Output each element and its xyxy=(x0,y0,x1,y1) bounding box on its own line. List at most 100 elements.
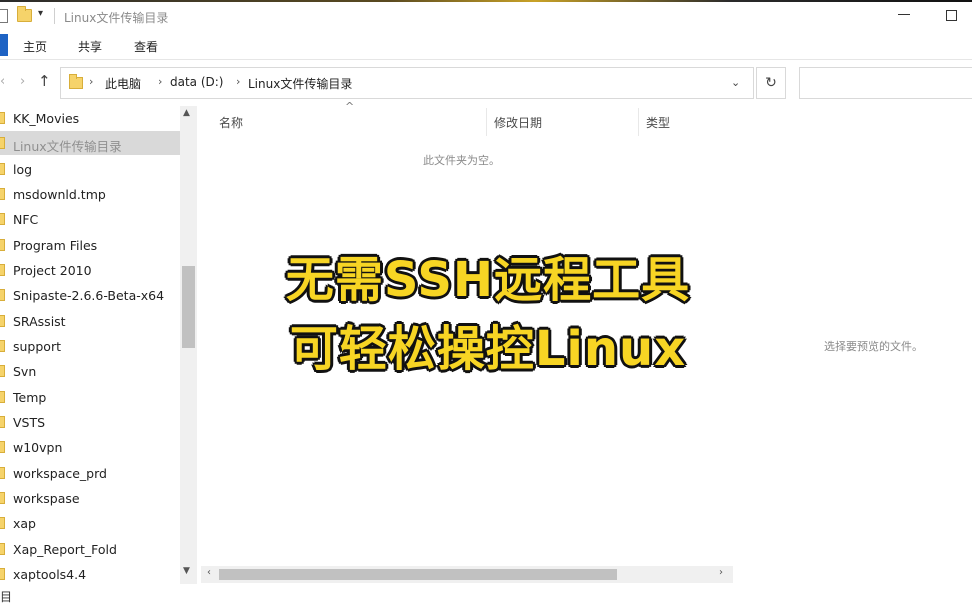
folder-icon xyxy=(0,543,5,555)
folder-icon xyxy=(0,289,5,301)
tab-home[interactable]: 主页 xyxy=(23,38,47,55)
title-bar: ▾ Linux文件传输目录 xyxy=(0,0,972,32)
column-header-name[interactable]: 名称 xyxy=(219,114,243,131)
sidebar-scrollbar[interactable]: ▲ ▼ xyxy=(180,106,197,584)
up-arrow-icon[interactable]: ↑ xyxy=(38,72,51,90)
chevron-down-icon[interactable]: ⌄ xyxy=(731,76,740,89)
navigation-pane: KK_Movies Linux文件传输目录 log msdownld.tmp N… xyxy=(0,106,197,584)
sidebar-item-xaptools[interactable]: xaptools4.4 xyxy=(0,562,180,586)
sidebar-item-project-2010[interactable]: Project 2010 xyxy=(0,258,180,282)
address-row: ‹ › ↑ › 此电脑 › data (D:) › Linux文件传输目录 ⌄ … xyxy=(0,60,972,106)
sidebar-item-label: log xyxy=(13,162,33,177)
maximize-button[interactable] xyxy=(946,10,957,21)
caption-line-1: 无需SSH远程工具 xyxy=(285,252,691,308)
back-icon[interactable]: ‹ xyxy=(0,74,5,89)
tab-share[interactable]: 共享 xyxy=(78,38,102,55)
empty-folder-message: 此文件夹为空。 xyxy=(423,154,500,167)
scrollbar-thumb[interactable] xyxy=(219,569,617,580)
search-input[interactable] xyxy=(799,67,972,99)
scroll-up-icon[interactable]: ▲ xyxy=(183,108,190,118)
status-text: 目 xyxy=(0,590,13,604)
ribbon: 主页 共享 查看 xyxy=(0,32,972,60)
sidebar-item-srassist[interactable]: SRAssist xyxy=(0,309,180,333)
sidebar-item-log[interactable]: log xyxy=(0,157,180,181)
folder-icon[interactable] xyxy=(17,6,32,22)
scroll-down-icon[interactable]: ▼ xyxy=(183,566,190,576)
sidebar-item-vsts[interactable]: VSTS xyxy=(0,410,180,434)
sidebar-item-label: Project 2010 xyxy=(13,263,92,278)
scroll-left-icon[interactable]: ‹ xyxy=(207,567,211,578)
preview-pane: 选择要预览的文件。 xyxy=(735,106,972,584)
sidebar-item-program-files[interactable]: Program Files xyxy=(0,233,180,257)
sidebar-item-label: Linux文件传输目录 xyxy=(13,139,122,154)
chevron-right-icon[interactable]: › xyxy=(158,75,162,88)
sort-caret-icon: ^ xyxy=(345,100,355,113)
address-bar[interactable]: › 此电脑 › data (D:) › Linux文件传输目录 ⌄ xyxy=(60,67,754,99)
folder-icon xyxy=(0,441,5,453)
window-title: Linux文件传输目录 xyxy=(64,11,169,25)
title-separator xyxy=(54,8,55,24)
sidebar-item-xap-report-fold[interactable]: Xap_Report_Fold xyxy=(0,537,180,561)
chevron-right-icon[interactable]: › xyxy=(89,75,93,88)
properties-icon[interactable] xyxy=(0,9,8,23)
sidebar-item-label: VSTS xyxy=(13,415,46,430)
chevron-right-icon[interactable]: › xyxy=(236,75,240,88)
file-tab[interactable] xyxy=(0,34,8,56)
sidebar-item-label: msdownld.tmp xyxy=(13,187,106,202)
caption-line-2: 可轻松操控Linux xyxy=(289,321,687,377)
forward-icon[interactable]: › xyxy=(20,74,25,89)
column-header-type[interactable]: 类型 xyxy=(646,114,670,131)
sidebar-item-nfc[interactable]: NFC xyxy=(0,207,180,231)
sidebar-item-support[interactable]: support xyxy=(0,334,180,358)
tab-view[interactable]: 查看 xyxy=(134,38,158,55)
breadcrumb-drive[interactable]: data (D:) xyxy=(170,75,224,89)
sidebar-item-snipaste[interactable]: Snipaste-2.6.6-Beta-x64 xyxy=(0,283,180,307)
sidebar-item-label: w10vpn xyxy=(13,440,63,455)
column-header-date[interactable]: 修改日期 xyxy=(494,114,542,131)
folder-icon xyxy=(0,391,5,403)
sidebar-item-kk-movies[interactable]: KK_Movies xyxy=(0,106,180,130)
folder-icon xyxy=(0,315,5,327)
folder-icon xyxy=(0,239,5,251)
scroll-right-icon[interactable]: › xyxy=(719,567,723,578)
sidebar-item-workspace-prd[interactable]: workspace_prd xyxy=(0,461,180,485)
scrollbar-thumb[interactable] xyxy=(182,266,195,348)
preview-message: 选择要预览的文件。 xyxy=(824,340,923,353)
folder-icon xyxy=(0,517,5,529)
sidebar-item-xap[interactable]: xap xyxy=(0,511,180,535)
minimize-button[interactable] xyxy=(898,14,910,15)
sidebar-item-label: xaptools4.4 xyxy=(13,567,87,582)
sidebar-item-label: Xap_Report_Fold xyxy=(13,542,117,557)
column-divider[interactable] xyxy=(486,108,487,136)
sidebar-item-label: Svn xyxy=(13,364,37,379)
sidebar-item-msdownld[interactable]: msdownld.tmp xyxy=(0,182,180,206)
folder-icon xyxy=(0,213,5,225)
folder-icon xyxy=(69,74,83,89)
sidebar-item-linux-transfer[interactable]: Linux文件传输目录 xyxy=(0,131,180,155)
folder-icon xyxy=(0,137,5,149)
sidebar-item-label: SRAssist xyxy=(13,314,66,329)
breadcrumb-this-pc[interactable]: 此电脑 xyxy=(105,75,141,92)
folder-icon xyxy=(0,163,5,175)
sidebar-item-temp[interactable]: Temp xyxy=(0,385,180,409)
folder-icon xyxy=(0,492,5,504)
quick-access-dropdown-icon[interactable]: ▾ xyxy=(38,8,43,19)
refresh-button[interactable]: ↻ xyxy=(756,67,786,99)
sidebar-item-workspase[interactable]: workspase xyxy=(0,486,180,510)
sidebar-item-label: NFC xyxy=(13,212,39,227)
folder-icon xyxy=(0,188,5,200)
sidebar-item-label: workspace_prd xyxy=(13,466,107,481)
folder-icon xyxy=(0,568,5,580)
sidebar-item-w10vpn[interactable]: w10vpn xyxy=(0,435,180,459)
column-divider[interactable] xyxy=(638,108,639,136)
horizontal-scrollbar[interactable]: ‹ › xyxy=(201,566,733,583)
folder-icon xyxy=(0,467,5,479)
breadcrumb-folder[interactable]: Linux文件传输目录 xyxy=(248,75,352,92)
sidebar-item-svn[interactable]: Svn xyxy=(0,359,180,383)
sidebar-item-label: Temp xyxy=(13,390,47,405)
sidebar-item-label: KK_Movies xyxy=(13,111,80,126)
sidebar-item-label: support xyxy=(13,339,61,354)
folder-icon xyxy=(0,264,5,276)
folder-icon xyxy=(0,340,5,352)
sidebar-item-label: Snipaste-2.6.6-Beta-x64 xyxy=(13,288,165,303)
